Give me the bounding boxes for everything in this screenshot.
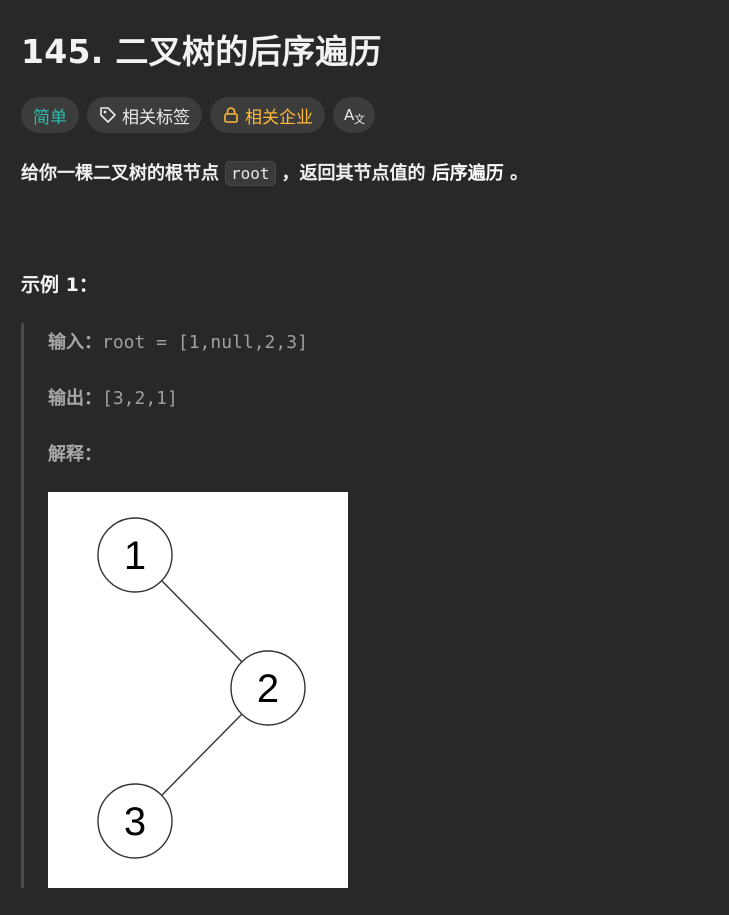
related-companies-button[interactable]: 相关企业	[210, 97, 325, 133]
lock-icon	[222, 106, 240, 124]
translate-icon: A 文	[343, 105, 365, 125]
explain-label: 解释：	[48, 444, 102, 465]
example-input: 输入：root = [1,null,2,3]	[48, 328, 308, 354]
example-output: 输出：[3,2,1]	[48, 384, 178, 410]
inline-code-root: root	[225, 161, 276, 186]
description-prefix: 给你一棵二叉树的根节点	[21, 163, 219, 184]
related-companies-label: 相关企业	[245, 107, 313, 128]
difficulty-badge[interactable]: 简单	[21, 97, 79, 133]
tree-node-3: 3	[97, 783, 173, 859]
tree-node-2: 2	[230, 650, 306, 726]
tag-icon	[99, 106, 117, 124]
tree-node-1-label: 1	[124, 534, 146, 578]
example-border	[21, 323, 24, 888]
svg-text:文: 文	[354, 112, 365, 125]
example-heading: 示例 1：	[21, 274, 98, 296]
related-tags-button[interactable]: 相关标签	[87, 97, 202, 133]
tree-edge-2-3	[161, 713, 243, 796]
problem-title: 145. 二叉树的后序遍历	[21, 32, 382, 71]
difficulty-label: 简单	[33, 107, 67, 128]
description-emphasis: 后序遍历	[431, 163, 504, 184]
output-label: 输出：	[48, 388, 102, 409]
input-label: 输入：	[48, 332, 102, 353]
description-middle: ，返回其节点值的	[281, 163, 426, 184]
tag-bar: 简单 相关标签 相关企业 A 文	[21, 97, 375, 133]
problem-description: 给你一棵二叉树的根节点 root ，返回其节点值的 后序遍历 。	[21, 157, 528, 191]
input-value: root = [1,null,2,3]	[102, 332, 308, 353]
translate-button[interactable]: A 文	[333, 97, 375, 133]
binary-tree-diagram: 1 2 3	[97, 517, 306, 859]
tree-node-3-label: 3	[124, 800, 146, 844]
tree-node-1: 1	[97, 517, 173, 593]
tree-node-2-label: 2	[257, 667, 279, 711]
binary-tree-image: 1 2 3	[48, 492, 348, 888]
problem-page: 145. 二叉树的后序遍历 简单 相关标签 相关企业 A 文 给你一棵二叉树的根…	[0, 0, 729, 915]
description-suffix: 。	[510, 163, 529, 184]
example-explanation: 解释：	[48, 440, 102, 466]
related-tags-label: 相关标签	[122, 107, 190, 128]
output-value: [3,2,1]	[102, 388, 178, 409]
tree-edge-1-2	[161, 580, 243, 663]
